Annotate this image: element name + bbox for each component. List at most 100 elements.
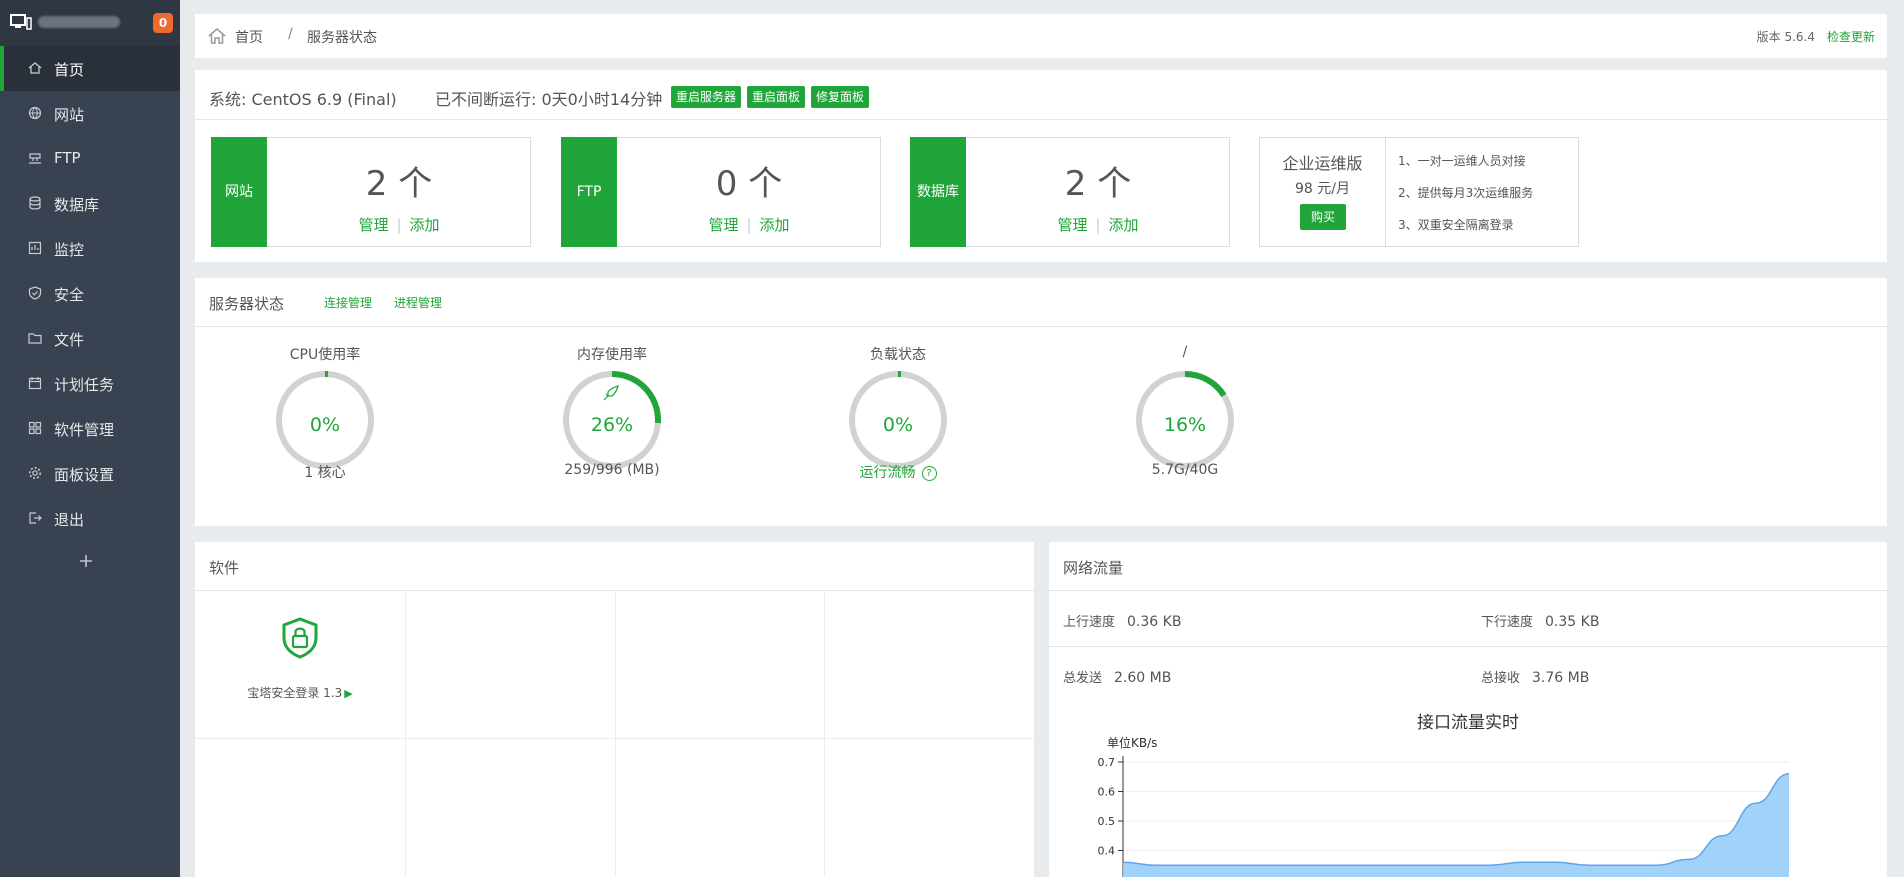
repair-panel-button[interactable]: 修复面板	[811, 86, 870, 108]
card-label: FTP	[561, 137, 617, 247]
server-status-panel: 服务器状态 连接管理 进程管理 CPU使用率 0% 1 核心 内存使用率 26% 259/…	[195, 278, 1887, 526]
chart-title: 接口流量实时	[1417, 713, 1519, 733]
database-icon	[29, 196, 41, 210]
folder-icon	[28, 333, 42, 344]
memory-gauge[interactable]: 内存使用率 26% 259/996 (MB)	[522, 340, 702, 520]
sidebar-item-1[interactable]: 首页	[0, 46, 180, 91]
website-card: 网站 2 个 管理 | 添加	[211, 137, 531, 247]
card-count: 2 个	[365, 164, 433, 204]
sidebar-item-9[interactable]: 软件管理	[0, 406, 180, 451]
software-app-item[interactable]: 宝塔安全登录 1.3 ▶	[195, 592, 405, 738]
system-os: 系统: CentOS 6.9 (Final)	[209, 90, 397, 109]
gauge-value: 0%	[309, 414, 341, 436]
download-speed-label: 下行速度	[1481, 615, 1534, 630]
sidebar-item-label: 安全	[54, 286, 85, 304]
download-speed-value: 0.35 KB	[1545, 614, 1600, 630]
grid-divider	[824, 592, 825, 877]
breadcrumb-separator: /	[288, 26, 293, 42]
manage-link[interactable]: 管理	[1057, 216, 1087, 234]
enterprise-title: 企业运维版	[1282, 154, 1363, 173]
rocket-icon[interactable]	[603, 385, 619, 401]
process-manage-link[interactable]: 进程管理	[394, 294, 442, 311]
globe-icon	[28, 106, 42, 120]
grid-divider	[195, 738, 1034, 739]
help-icon[interactable]: ?	[921, 466, 937, 481]
network-title: 网络流量	[1063, 559, 1124, 577]
series-line	[1122, 773, 1790, 866]
ftp-icon	[29, 153, 41, 164]
system-uptime: 已不间断运行: 0天0小时14分钟	[435, 90, 663, 109]
y-tick-label: 0.6	[1098, 786, 1116, 799]
message-badge[interactable]: 0	[153, 13, 173, 33]
y-tick-label: 0.5	[1098, 815, 1116, 828]
add-link[interactable]: 添加	[410, 216, 440, 234]
upload-speed-label: 上行速度	[1063, 615, 1116, 630]
card-label: 数据库	[910, 137, 966, 247]
gauge-detail: 259/996 (MB)	[522, 462, 702, 478]
sidebar-nav: 首页网站 FTP 数据库监控安全文件计划任务 软件管理面板设置退出	[0, 46, 180, 541]
buy-button[interactable]: 购买	[1300, 204, 1346, 230]
version-label: 版本 5.6.4	[1756, 30, 1815, 44]
play-icon[interactable]: ▶	[344, 687, 352, 700]
software-title: 软件	[209, 559, 240, 577]
ftp-card: FTP 0 个 管理 | 添加	[561, 137, 881, 247]
home-icon[interactable]	[207, 26, 227, 46]
connection-manage-link[interactable]: 连接管理	[324, 294, 372, 311]
gauge-title: CPU使用率	[289, 347, 361, 363]
gauge-detail: 1 核心	[235, 462, 415, 482]
manage-link[interactable]: 管理	[358, 216, 388, 234]
network-panel: 网络流量 上行速度 0.36 KB 下行速度 0.35 KB 总发送 2.60 MB …	[1049, 542, 1887, 877]
plus-icon[interactable]	[78, 553, 94, 569]
sidebar-item-10[interactable]: 面板设置	[0, 451, 180, 496]
sidebar-item-label: 面板设置	[54, 466, 115, 484]
host-name-blurred	[38, 16, 120, 28]
monitor-icon	[10, 14, 32, 30]
sidebar-item-6[interactable]: 安全	[0, 271, 180, 316]
sidebar-item-11[interactable]: 退出	[0, 496, 180, 541]
sidebar-item-3[interactable]: FTP	[0, 136, 180, 181]
sidebar-item-label: 监控	[54, 241, 85, 259]
enterprise-feature: 1、一对一运维人员对接	[1398, 154, 1526, 168]
sidebar-item-label: 数据库	[54, 196, 100, 214]
sidebar-item-7[interactable]: 文件	[0, 316, 180, 361]
status-header: 服务器状态 连接管理 进程管理	[195, 278, 1887, 327]
sidebar-item-4[interactable]: 数据库	[0, 181, 180, 226]
enterprise-card: 企业运维版 98 元/月 购买 1、一对一运维人员对接 2、提供每月3次运维服务…	[1259, 137, 1579, 247]
grid-icon	[28, 421, 42, 435]
network-header: 网络流量	[1049, 542, 1887, 591]
sidebar-item-5[interactable]: 监控	[0, 226, 180, 271]
breadcrumb-home[interactable]: 首页	[235, 27, 263, 47]
add-link[interactable]: 添加	[1109, 216, 1139, 234]
gauge-detail: 运行流畅?	[808, 462, 988, 482]
sidebar-item-8[interactable]: 计划任务	[0, 361, 180, 406]
upload-speed: 上行速度 0.36 KB	[1063, 611, 1181, 630]
manage-link[interactable]: 管理	[708, 216, 738, 234]
check-update-link[interactable]: 检查更新	[1827, 28, 1875, 45]
restart-server-button[interactable]: 重启服务器	[671, 86, 742, 108]
add-link[interactable]: 添加	[760, 216, 790, 234]
status-title: 服务器状态	[209, 295, 285, 313]
gauge-title: 内存使用率	[577, 347, 647, 363]
enterprise-price-box: 企业运维版 98 元/月 购买	[1260, 138, 1386, 246]
sidebar: 0 首页网站 FTP 数据库监控安全文件计划任务 软件管理面板设置退出	[0, 0, 180, 877]
sidebar-item-label: 网站	[54, 106, 85, 124]
software-header: 软件	[195, 542, 1034, 591]
calendar-icon	[28, 377, 42, 390]
total-sent-label: 总发送	[1063, 671, 1103, 686]
restart-panel-button[interactable]: 重启面板	[747, 86, 806, 108]
software-app-name: 宝塔安全登录 1.3	[247, 686, 343, 700]
divider	[1049, 646, 1887, 647]
software-panel: 软件 宝塔安全登录 1.3 ▶	[195, 542, 1034, 877]
gear-icon	[29, 467, 41, 479]
sidebar-item-label: 文件	[54, 331, 85, 349]
sidebar-item-2[interactable]: 网站	[0, 91, 180, 136]
enterprise-feature: 2、提供每月3次运维服务	[1398, 186, 1534, 200]
gauge-title: /	[1182, 344, 1188, 360]
enterprise-price: 98 元/月	[1295, 181, 1350, 197]
lock-shield-icon	[282, 617, 318, 659]
gauge-title: 负载状态	[870, 347, 926, 363]
monitor-icon	[28, 241, 42, 255]
enterprise-feature: 3、双重安全隔离登录	[1398, 218, 1514, 232]
shield-icon	[28, 286, 42, 300]
gauge-detail-text: 1 核心	[304, 465, 346, 481]
